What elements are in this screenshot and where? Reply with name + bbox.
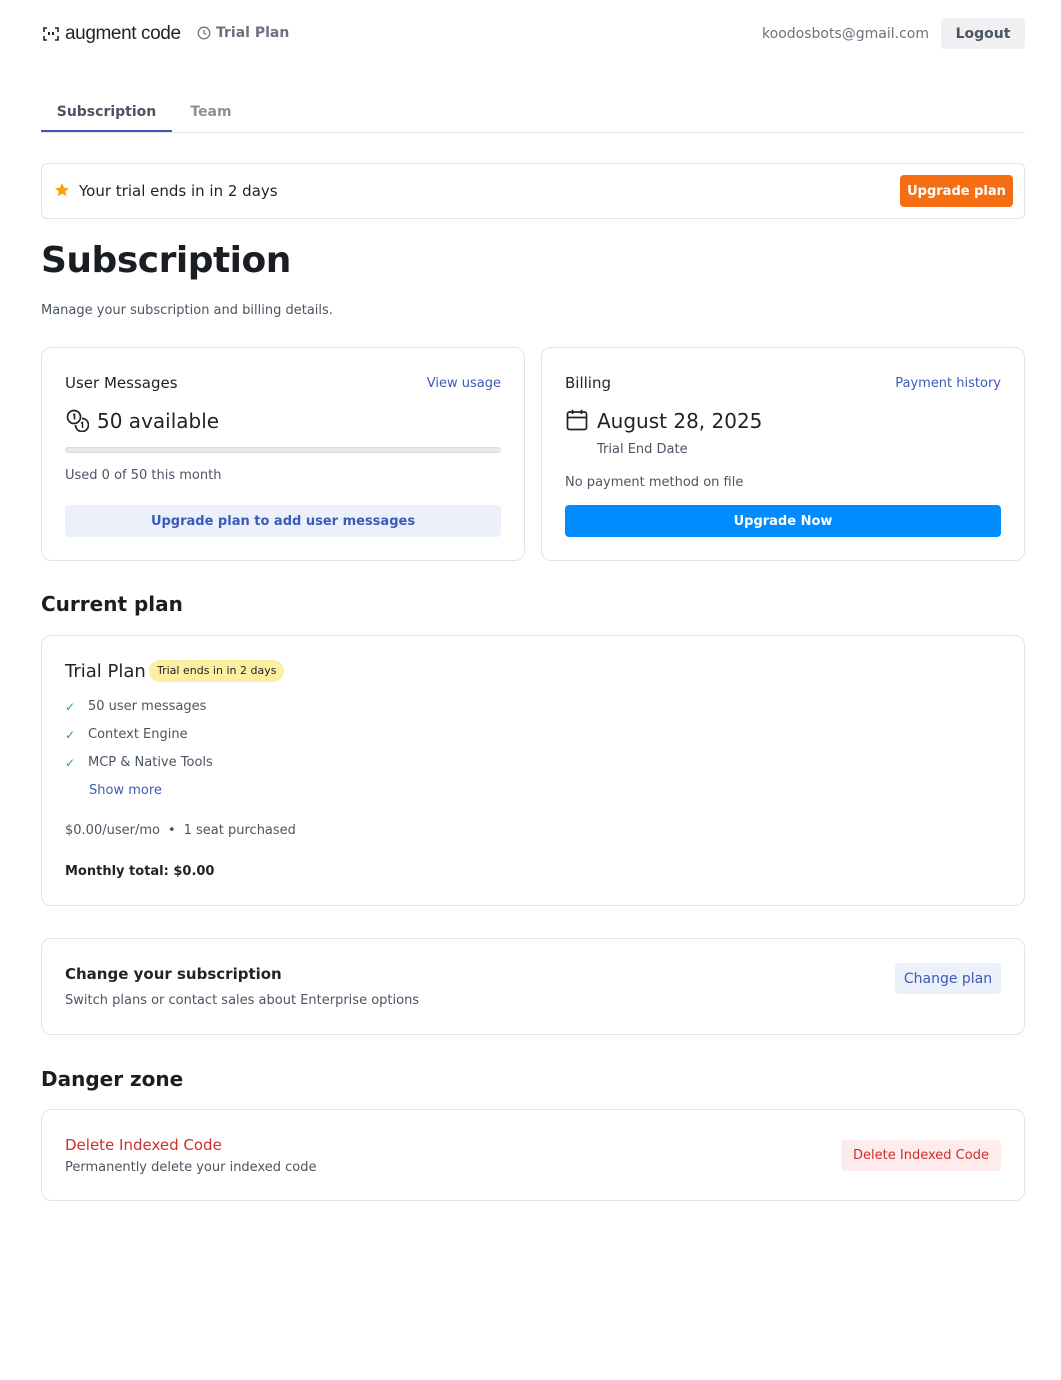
delete-indexed-code-description: Permanently delete your indexed code	[65, 1160, 317, 1175]
trial-banner-text: Your trial ends in in 2 days	[79, 182, 278, 200]
delete-indexed-code-button[interactable]: Delete Indexed Code	[841, 1140, 1001, 1171]
separator-dot: •	[167, 823, 176, 838]
trial-end-date: August 28, 2025	[597, 409, 763, 433]
usage-progress-bar	[65, 447, 501, 453]
delete-indexed-code-title: Delete Indexed Code	[65, 1136, 222, 1154]
tab-team[interactable]: Team	[172, 98, 250, 132]
current-plan-card: Trial Plan Trial ends in in 2 days ✓ 50 …	[41, 635, 1025, 906]
upgrade-plan-button[interactable]: Upgrade plan	[900, 175, 1013, 207]
price-line: $0.00/user/mo • 1 seat purchased	[65, 823, 296, 838]
billing-title: Billing	[565, 374, 611, 392]
coins-icon	[66, 409, 89, 432]
plan-chip-label: Trial Plan	[216, 25, 290, 41]
clock-icon	[197, 26, 211, 40]
plan-name: Trial Plan	[65, 661, 146, 682]
danger-zone-card: Delete Indexed Code Permanently delete y…	[41, 1109, 1025, 1201]
top-header: augment code Trial Plan koodosbots@gmail…	[41, 18, 1025, 50]
payment-history-link[interactable]: Payment history	[895, 376, 1001, 391]
user-email: koodosbots@gmail.com	[762, 26, 929, 42]
price-per-user: $0.00/user/mo	[65, 823, 160, 838]
logout-button[interactable]: Logout	[941, 18, 1025, 49]
page-title: Subscription	[41, 240, 291, 281]
plan-chip: Trial Plan	[197, 25, 289, 41]
trial-status-badge: Trial ends in in 2 days	[149, 660, 285, 682]
calendar-icon	[566, 409, 588, 431]
feature-item: ✓ 50 user messages	[65, 699, 206, 714]
tab-bar: Subscription Team	[41, 98, 1025, 133]
trial-end-date-label: Trial End Date	[597, 442, 688, 457]
change-plan-button[interactable]: Change plan	[895, 963, 1001, 994]
check-icon: ✓	[65, 755, 76, 770]
check-icon: ✓	[65, 699, 76, 714]
messages-available: 50 available	[97, 409, 220, 433]
tab-subscription[interactable]: Subscription	[41, 98, 172, 132]
show-more-link[interactable]: Show more	[89, 783, 162, 798]
change-subscription-title: Change your subscription	[65, 965, 282, 983]
logo-text: augment code	[65, 23, 181, 44]
change-subscription-description: Switch plans or contact sales about Ente…	[65, 993, 420, 1008]
upgrade-messages-button[interactable]: Upgrade plan to add user messages	[65, 505, 501, 537]
change-subscription-card: Change your subscription Switch plans or…	[41, 938, 1025, 1035]
user-messages-card: User Messages View usage 50 available Us…	[41, 347, 525, 561]
danger-zone-heading: Danger zone	[41, 1067, 184, 1091]
page-subtitle: Manage your subscription and billing det…	[41, 303, 333, 318]
check-icon: ✓	[65, 727, 76, 742]
monthly-total: Monthly total: $0.00	[65, 864, 215, 879]
billing-card: Billing Payment history August 28, 2025 …	[541, 347, 1025, 561]
user-messages-title: User Messages	[65, 374, 178, 392]
star-icon	[55, 183, 69, 197]
view-usage-link[interactable]: View usage	[427, 376, 501, 391]
seats-purchased: 1 seat purchased	[183, 823, 296, 838]
trial-banner: Your trial ends in in 2 days Upgrade pla…	[41, 163, 1025, 219]
current-plan-heading: Current plan	[41, 592, 183, 616]
upgrade-now-button[interactable]: Upgrade Now	[565, 505, 1001, 537]
feature-label: 50 user messages	[88, 699, 207, 714]
feature-item: ✓ MCP & Native Tools	[65, 755, 213, 770]
usage-text: Used 0 of 50 this month	[65, 468, 222, 483]
logo[interactable]: augment code	[41, 22, 181, 46]
augment-logo-icon	[43, 27, 59, 41]
payment-status: No payment method on file	[565, 475, 744, 490]
feature-label: Context Engine	[88, 727, 188, 742]
feature-item: ✓ Context Engine	[65, 727, 188, 742]
feature-label: MCP & Native Tools	[88, 755, 213, 770]
